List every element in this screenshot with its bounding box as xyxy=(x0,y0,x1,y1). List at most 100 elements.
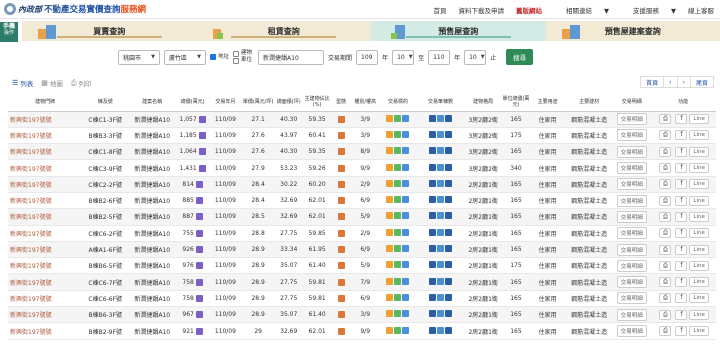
last-page-button[interactable]: 尾頁 xyxy=(689,76,714,88)
line-share-button[interactable]: Line xyxy=(689,163,709,174)
print-row-icon[interactable]: ⎙ xyxy=(659,114,672,125)
table-row[interactable]: 新興街197號號 B棟B2-5F號 新潤捷韻A10 887 110/09 28.5 32.6… xyxy=(8,208,716,226)
cell-address[interactable]: 新興街197號號 xyxy=(8,273,83,291)
table-row[interactable]: 新興街197號號 B棟B6-3F號 新潤捷韻A10 967 110/09 28.9 35.0… xyxy=(8,306,716,324)
first-page-button[interactable]: 首頁 xyxy=(640,76,665,88)
tab-rent[interactable]: 租賃查詢 xyxy=(196,21,371,41)
search-button[interactable]: 搜尋 xyxy=(506,49,534,65)
cell-address[interactable]: 新興街197號號 xyxy=(8,143,83,161)
table-row[interactable]: 新興街197號號 C棟C6-7F號 新潤捷韻A10 758 110/09 28.9 27.7… xyxy=(8,273,716,291)
table-row[interactable]: 新興街197號號 C棟C1-3F號 新潤捷韻A10 1,057 110/09 27.1 40… xyxy=(8,111,716,128)
cell-address[interactable]: 新興街197號號 xyxy=(8,257,83,275)
table-row[interactable]: 新興街197號號 C棟C6-2F號 新潤捷韻A10 755 110/09 28.8 27.7… xyxy=(8,225,716,242)
tab-sales[interactable]: 買賣查詢 xyxy=(22,21,197,41)
line-share-button[interactable]: Line xyxy=(689,326,709,336)
cell-address[interactable]: 新興街197號號 xyxy=(8,111,83,128)
cell-address[interactable]: 新興街197號號 xyxy=(8,306,83,324)
facebook-share-icon[interactable]: f xyxy=(675,309,688,320)
print-row-icon[interactable]: ⎙ xyxy=(659,211,672,222)
opt-unit[interactable]: 車位 xyxy=(233,57,252,64)
line-share-button[interactable]: Line xyxy=(689,130,709,141)
print-row-icon[interactable]: ⎙ xyxy=(659,146,672,157)
parking-badge-icon[interactable] xyxy=(195,311,203,319)
cell-address[interactable]: 新興街197號號 xyxy=(8,241,83,259)
line-share-button[interactable]: Line xyxy=(689,293,709,304)
next-page-button[interactable]: › xyxy=(676,76,691,88)
prev-page-button[interactable]: ‹ xyxy=(663,76,678,88)
parking-badge-icon[interactable] xyxy=(198,164,206,172)
nav-support[interactable]: 支援服務 ▼ xyxy=(621,5,676,15)
parking-badge-icon[interactable] xyxy=(198,115,206,123)
print-row-icon[interactable]: ⎙ xyxy=(659,228,672,239)
table-row[interactable]: 新興街197號號 B棟B2-6F號 新潤捷韻A10 885 110/09 28.4 32.6… xyxy=(8,192,716,210)
detail-button[interactable]: 交易明細 xyxy=(616,145,647,158)
table-row[interactable]: 新興街197號號 B棟B6-5F號 新潤捷韻A10 976 110/09 28.9 35.0… xyxy=(8,257,716,275)
from-month-select[interactable]: 10 ▼ xyxy=(392,49,415,65)
parking-badge-icon[interactable] xyxy=(195,262,203,270)
nav-download[interactable]: 資料下載及申請 xyxy=(459,5,505,15)
facebook-share-icon[interactable]: f xyxy=(675,179,688,190)
facebook-share-icon[interactable]: f xyxy=(675,293,688,304)
facebook-share-icon[interactable]: f xyxy=(675,114,688,125)
facebook-share-icon[interactable]: f xyxy=(675,326,688,336)
parking-badge-icon[interactable] xyxy=(195,327,203,335)
detail-button[interactable]: 交易明細 xyxy=(616,178,647,191)
cell-address[interactable]: 新興街197號號 xyxy=(8,176,83,193)
facebook-share-icon[interactable]: f xyxy=(675,277,688,288)
map-view-button[interactable]: ▦ 地圖 xyxy=(41,78,63,88)
detail-button[interactable]: 交易明細 xyxy=(616,259,647,272)
print-row-icon[interactable]: ⎙ xyxy=(659,130,672,141)
parking-badge-icon[interactable] xyxy=(195,294,203,302)
facebook-share-icon[interactable]: f xyxy=(675,130,688,141)
detail-button[interactable]: 交易明細 xyxy=(616,276,647,289)
cell-address[interactable]: 新興街197號號 xyxy=(8,322,83,340)
keyword-input[interactable]: 新潤捷韻A10 xyxy=(258,49,325,65)
detail-button[interactable]: 交易明細 xyxy=(616,129,647,142)
city-select[interactable]: 桃園市 ▼ xyxy=(118,49,160,65)
cell-address[interactable]: 新興街197號號 xyxy=(8,127,83,145)
facebook-share-icon[interactable]: f xyxy=(675,228,688,239)
parking-badge-icon[interactable] xyxy=(195,278,203,286)
table-row[interactable]: 新興街197號號 B棟B2-9F號 新潤捷韻A10 921 110/09 29 32.69 6… xyxy=(8,322,716,340)
opt-project[interactable]: 建物 xyxy=(233,50,252,57)
nav-home[interactable]: 首頁 xyxy=(434,5,447,15)
line-share-button[interactable]: Line xyxy=(689,277,709,288)
detail-button[interactable]: 交易明細 xyxy=(616,210,647,223)
line-share-button[interactable]: Line xyxy=(689,179,709,190)
line-share-button[interactable]: Line xyxy=(689,244,709,255)
print-button[interactable]: ⎙ 列印 xyxy=(71,78,92,89)
detail-button[interactable]: 交易明細 xyxy=(616,292,647,305)
cell-address[interactable]: 新興街197號號 xyxy=(8,192,83,210)
nav-old-site[interactable]: 舊版網站 xyxy=(516,5,542,15)
to-year-input[interactable]: 110 xyxy=(428,49,451,65)
parking-badge-icon[interactable] xyxy=(195,197,203,205)
facebook-share-icon[interactable]: f xyxy=(675,211,688,222)
facebook-share-icon[interactable]: f xyxy=(675,260,688,271)
line-share-button[interactable]: Line xyxy=(689,211,709,222)
detail-button[interactable]: 交易明細 xyxy=(616,113,647,126)
table-row[interactable]: 新興街197號號 A棟A1-6F號 新潤捷韻A10 926 110/09 28.9 33.3… xyxy=(8,241,716,259)
detail-button[interactable]: 交易明細 xyxy=(616,194,647,207)
print-row-icon[interactable]: ⎙ xyxy=(659,309,672,320)
line-share-button[interactable]: Line xyxy=(689,228,709,239)
nav-links[interactable]: 相關連結 ▼ xyxy=(554,5,609,15)
print-row-icon[interactable]: ⎙ xyxy=(659,195,672,206)
cell-address[interactable]: 新興街197號號 xyxy=(8,225,83,242)
print-row-icon[interactable]: ⎙ xyxy=(659,163,672,174)
table-row[interactable]: 新興街197號號 C棟C6-6F號 新潤捷韻A10 758 110/09 28.9 27.7… xyxy=(8,290,716,308)
cell-address[interactable]: 新興街197號號 xyxy=(8,208,83,226)
district-select[interactable]: 蘆竹區 ▼ xyxy=(164,49,206,65)
table-row[interactable]: 新興街197號號 C棟C3-9F號 新潤捷韻A10 1,431 110/09 27.9 53… xyxy=(8,159,716,177)
facebook-share-icon[interactable]: f xyxy=(675,195,688,206)
line-share-button[interactable]: Line xyxy=(689,146,709,157)
table-row[interactable]: 新興街197號號 B棟B3-3F號 新潤捷韻A10 1,185 110/09 27.6 43… xyxy=(8,127,716,145)
parking-badge-icon[interactable] xyxy=(198,131,206,139)
parking-badge-icon[interactable] xyxy=(195,180,203,188)
print-row-icon[interactable]: ⎙ xyxy=(659,179,672,190)
detail-button[interactable]: 交易明細 xyxy=(616,308,647,321)
list-view-button[interactable]: ☰ 列表 xyxy=(12,78,33,88)
nav-service[interactable]: 線上客服 xyxy=(688,5,714,15)
line-share-button[interactable]: Line xyxy=(689,260,709,271)
line-share-button[interactable]: Line xyxy=(689,195,709,206)
detail-button[interactable]: 交易明細 xyxy=(616,227,647,240)
